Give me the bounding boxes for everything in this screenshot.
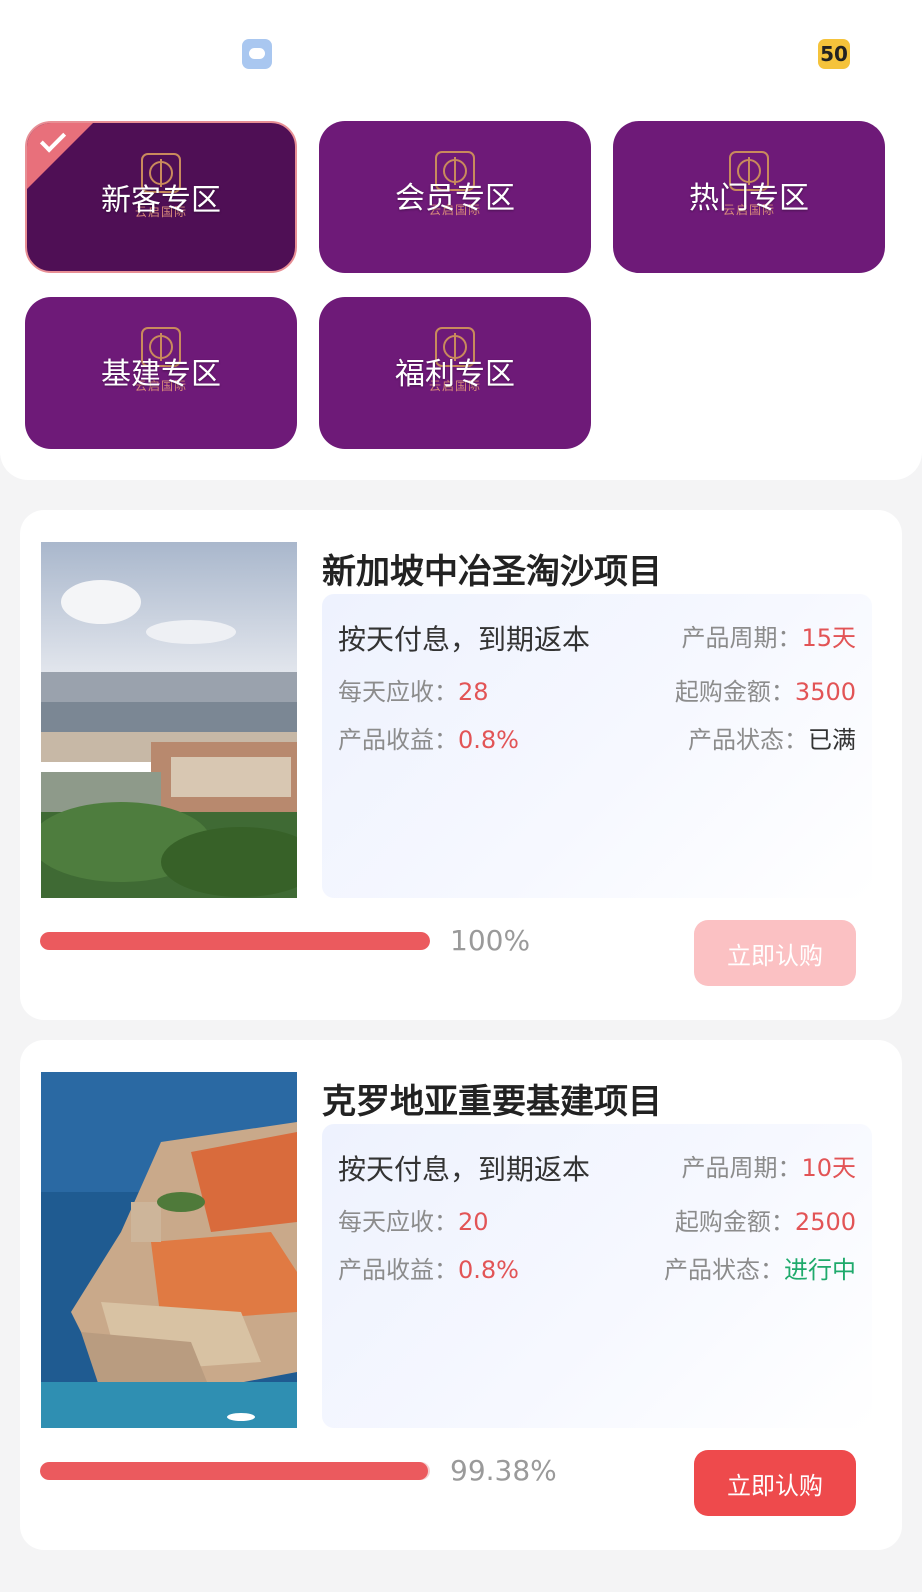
- zone-welfare[interactable]: 云启国际 福利专区: [319, 297, 591, 449]
- status-value: 进行中: [784, 1256, 856, 1284]
- yield-value: 0.8%: [458, 1256, 519, 1284]
- zone-label: 热门专区: [689, 181, 809, 216]
- zone-member[interactable]: 云启国际 会员专区: [319, 121, 591, 273]
- min-amount-value: 2500: [794, 1208, 856, 1236]
- zone-label: 会员专区: [395, 181, 515, 216]
- status-field: 产品状态：已满: [688, 726, 856, 754]
- zone-panel: 50 云启国际 新客专区 云启国际 会员专区 云启国际 热门专区 云启国际 基建…: [0, 0, 922, 480]
- progress-percent: 99.38%: [450, 1454, 557, 1487]
- zone-hot[interactable]: 云启国际 热门专区: [613, 121, 885, 273]
- progress-bar: [40, 932, 430, 950]
- product-title: 新加坡中冶圣淘沙项目: [322, 552, 662, 592]
- payment-method: 按天付息，到期返本: [338, 1153, 591, 1186]
- progress-fill: [40, 932, 430, 950]
- min-amount-field: 起购金额：3500: [674, 678, 856, 706]
- zone-label: 福利专区: [395, 357, 515, 392]
- progress-fill: [40, 1462, 428, 1480]
- daily-field: 每天应收：20: [338, 1208, 489, 1236]
- daily-field: 每天应收：28: [338, 678, 489, 706]
- period-field: 产品周期：15天: [681, 624, 856, 652]
- product-page: 50 云启国际 新客专区 云启国际 会员专区 云启国际 热门专区 云启国际 基建…: [0, 0, 922, 1592]
- period-value: 10天: [801, 1154, 856, 1182]
- info-row-method: 按天付息，到期返本 产品周期：10天: [338, 1148, 856, 1186]
- zone-label: 新客专区: [101, 183, 221, 218]
- coin-badge: 50: [818, 39, 850, 69]
- info-row-daily: 每天应收：28 起购金额：3500: [338, 672, 856, 708]
- progress-percent: 100%: [450, 924, 531, 957]
- product-title: 克罗地亚重要基建项目: [322, 1082, 662, 1122]
- zone-label: 基建专区: [101, 357, 221, 392]
- product-card[interactable]: 克罗地亚重要基建项目 按天付息，到期返本 产品周期：10天 每天应收：20 起购…: [20, 1040, 902, 1550]
- zone-infrastructure[interactable]: 云启国际 基建专区: [25, 297, 297, 449]
- zone-new-customer[interactable]: 云启国际 新客专区: [25, 121, 297, 273]
- progress-bar: [40, 1462, 430, 1480]
- status-value: 已满: [808, 726, 856, 754]
- info-row-yield: 产品收益：0.8% 产品状态：已满: [338, 720, 856, 756]
- info-row-daily: 每天应收：20 起购金额：2500: [338, 1202, 856, 1238]
- product-card[interactable]: 新加坡中冶圣淘沙项目 按天付息，到期返本 产品周期：15天 每天应收：28 起购…: [20, 510, 902, 1020]
- subscribe-button[interactable]: 立即认购: [694, 1450, 856, 1516]
- yield-field: 产品收益：0.8%: [338, 1256, 519, 1284]
- product-info-panel: 按天付息，到期返本 产品周期：15天 每天应收：28 起购金额：3500 产品收…: [322, 594, 872, 898]
- daily-value: 28: [458, 678, 489, 706]
- min-amount-field: 起购金额：2500: [674, 1208, 856, 1236]
- product-info-panel: 按天付息，到期返本 产品周期：10天 每天应收：20 起购金额：2500 产品收…: [322, 1124, 872, 1428]
- product-image-croatia: [41, 1072, 297, 1428]
- period-field: 产品周期：10天: [681, 1154, 856, 1182]
- subscribe-button[interactable]: 立即认购: [694, 920, 856, 986]
- product-image-singapore: [41, 542, 297, 898]
- daily-value: 20: [458, 1208, 489, 1236]
- cloud-icon: [242, 39, 272, 69]
- period-value: 15天: [801, 624, 856, 652]
- status-field: 产品状态：进行中: [664, 1256, 856, 1284]
- info-row-yield: 产品收益：0.8% 产品状态：进行中: [338, 1250, 856, 1286]
- payment-method: 按天付息，到期返本: [338, 623, 591, 656]
- yield-field: 产品收益：0.8%: [338, 726, 519, 754]
- yield-value: 0.8%: [458, 726, 519, 754]
- min-amount-value: 3500: [794, 678, 856, 706]
- info-row-method: 按天付息，到期返本 产品周期：15天: [338, 618, 856, 656]
